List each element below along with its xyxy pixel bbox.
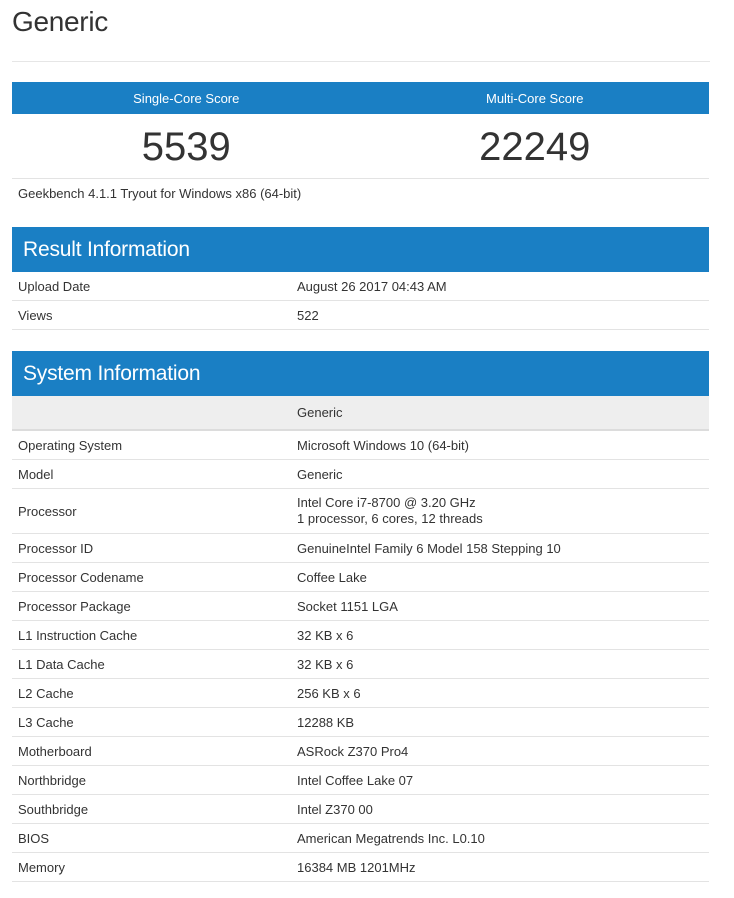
result-information-table: Upload Date August 26 2017 04:43 AM View… [12, 272, 709, 330]
table-row: Views 522 [12, 300, 709, 330]
table-row: Northbridge Intel Coffee Lake 07 [12, 765, 709, 795]
row-label: Model [12, 459, 297, 489]
system-information-section: System Information Generic Operating Sys… [12, 351, 709, 882]
row-label: Upload Date [12, 272, 297, 301]
row-value: ASRock Z370 Pro4 [297, 736, 709, 766]
table-row: Upload Date August 26 2017 04:43 AM [12, 272, 709, 301]
result-information-section: Result Information Upload Date August 26… [12, 227, 709, 330]
table-row: Operating System Microsoft Windows 10 (6… [12, 431, 709, 460]
row-value: 12288 KB [297, 707, 709, 737]
row-label: Processor ID [12, 533, 297, 563]
table-row: Processor Codename Coffee Lake [12, 562, 709, 592]
table-row: L1 Instruction Cache 32 KB x 6 [12, 620, 709, 650]
row-value: Intel Z370 00 [297, 794, 709, 824]
score-header: Single-Core Score Multi-Core Score [12, 82, 709, 114]
row-label: Memory [12, 852, 297, 882]
row-label: Processor [12, 488, 297, 534]
row-value: 16384 MB 1201MHz [297, 852, 709, 882]
row-value: August 26 2017 04:43 AM [297, 272, 709, 301]
table-row: Model Generic [12, 459, 709, 489]
single-core-score-label: Single-Core Score [133, 91, 240, 106]
row-value: Intel Core i7-8700 @ 3.20 GHz 1 processo… [297, 488, 709, 534]
row-value: Generic [297, 459, 709, 489]
multi-core-score-label: Multi-Core Score [485, 91, 584, 106]
benchmark-version: Geekbench 4.1.1 Tryout for Windows x86 (… [18, 186, 302, 201]
table-row: Processor Package Socket 1151 LGA [12, 591, 709, 621]
table-row: L3 Cache 12288 KB [12, 707, 709, 737]
row-value: 522 [297, 300, 709, 330]
score-panel: Single-Core Score Multi-Core Score 5539 … [12, 82, 709, 179]
table-row: Processor Intel Core i7-8700 @ 3.20 GHz … [12, 488, 709, 534]
row-label: Southbridge [12, 794, 297, 824]
system-information-heading: System Information [12, 351, 709, 396]
title-divider [12, 61, 710, 62]
row-label: L1 Instruction Cache [12, 620, 297, 650]
row-label: Views [12, 300, 297, 330]
table-row: Memory 16384 MB 1201MHz [12, 852, 709, 882]
table-row: Southbridge Intel Z370 00 [12, 794, 709, 824]
row-value: 256 KB x 6 [297, 678, 709, 708]
processor-name: Intel Core i7-8700 @ 3.20 GHz [297, 495, 476, 510]
row-label: Operating System [12, 431, 297, 460]
row-value: GenuineIntel Family 6 Model 158 Stepping… [297, 533, 709, 563]
table-row: L1 Data Cache 32 KB x 6 [12, 649, 709, 679]
row-label: Processor Codename [12, 562, 297, 592]
single-core-score-value: 5539 [141, 125, 231, 169]
row-value: Socket 1151 LGA [297, 591, 709, 621]
table-row: L2 Cache 256 KB x 6 [12, 678, 709, 708]
system-information-subheading: Generic [12, 396, 709, 431]
table-row: Processor ID GenuineIntel Family 6 Model… [12, 533, 709, 563]
row-value: 32 KB x 6 [297, 620, 709, 650]
row-value: 32 KB x 6 [297, 649, 709, 679]
row-value: American Megatrends Inc. L0.10 [297, 823, 709, 853]
table-row: BIOS American Megatrends Inc. L0.10 [12, 823, 709, 853]
result-information-heading: Result Information [12, 227, 709, 272]
system-information-table: Operating System Microsoft Windows 10 (6… [12, 431, 709, 882]
row-value: Microsoft Windows 10 (64-bit) [297, 431, 709, 460]
row-value: Coffee Lake [297, 562, 709, 592]
row-label: Northbridge [12, 765, 297, 795]
multi-core-score-value: 22249 [479, 125, 591, 169]
row-value: Intel Coffee Lake 07 [297, 765, 709, 795]
row-label: Motherboard [12, 736, 297, 766]
score-values: 5539 22249 [12, 114, 709, 179]
row-label: Processor Package [12, 591, 297, 621]
row-label: L2 Cache [12, 678, 297, 708]
row-label: L3 Cache [12, 707, 297, 737]
row-label: L1 Data Cache [12, 649, 297, 679]
table-row: Motherboard ASRock Z370 Pro4 [12, 736, 709, 766]
page-title: Generic [12, 6, 108, 37]
processor-topology: 1 processor, 6 cores, 12 threads [297, 511, 483, 526]
row-label: BIOS [12, 823, 297, 853]
